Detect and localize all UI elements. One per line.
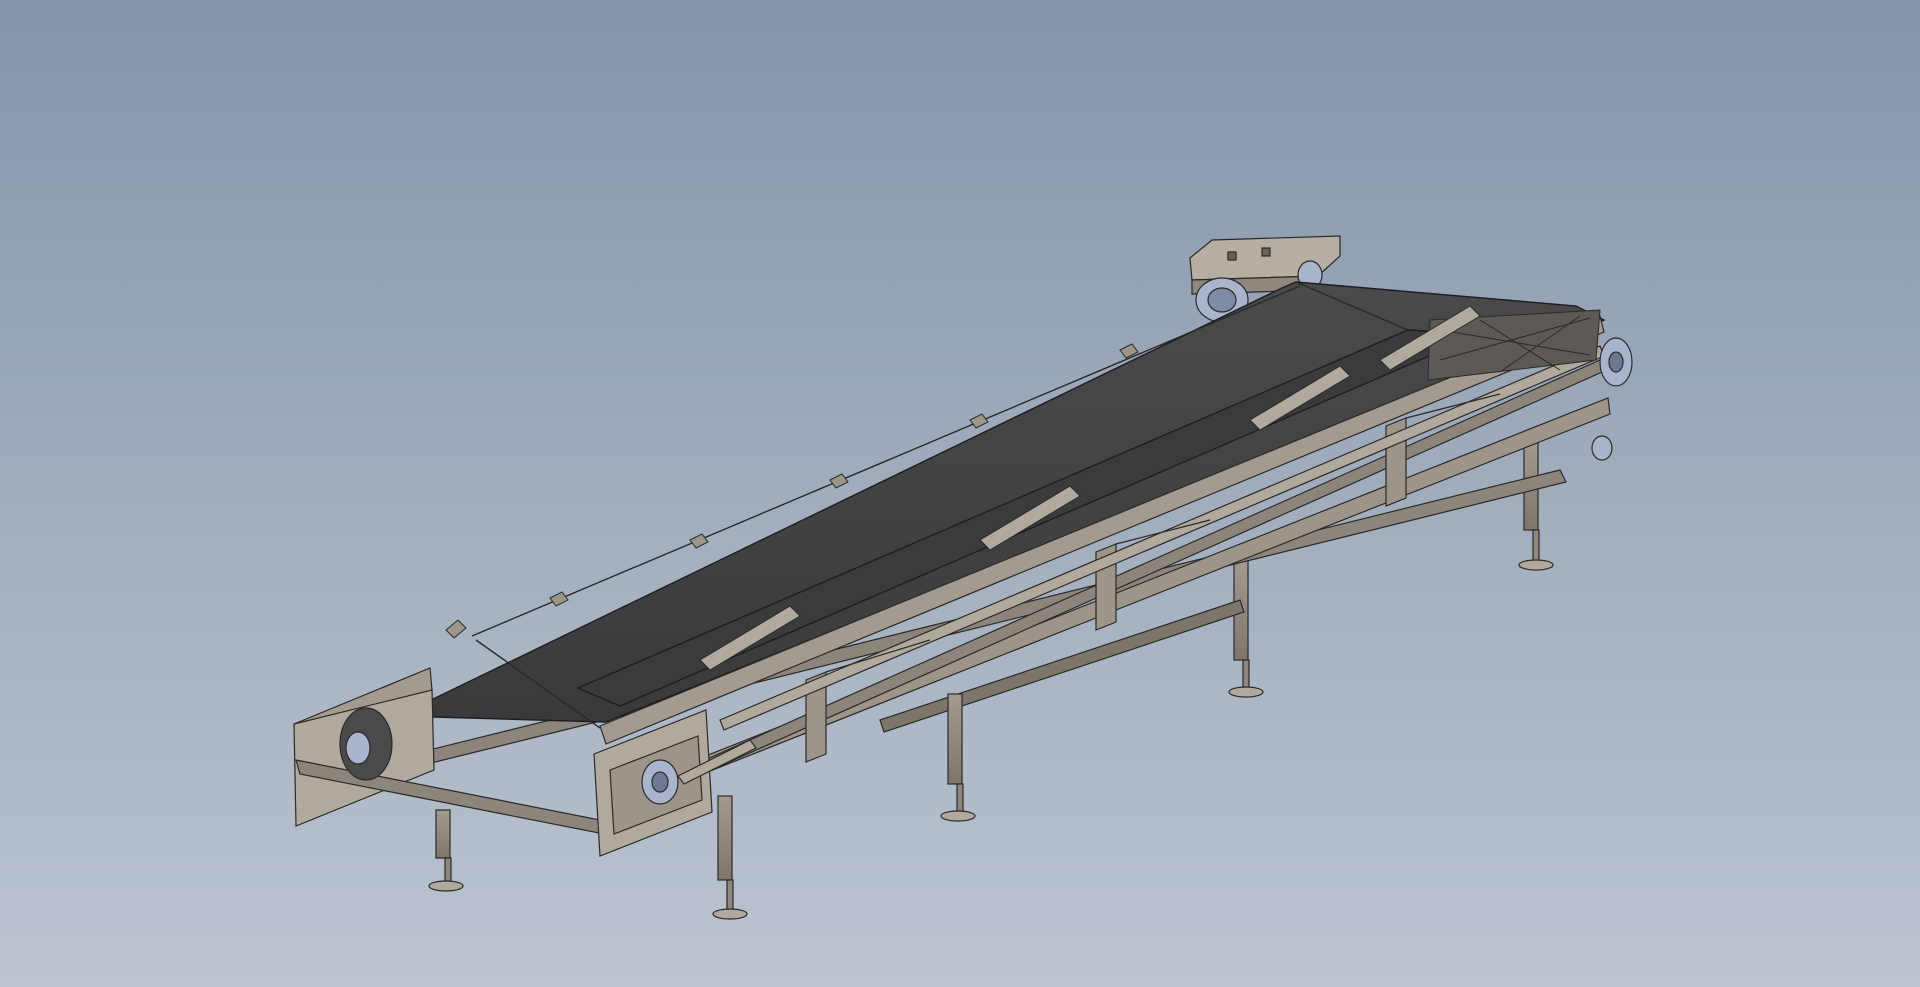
graphics-viewport[interactable] xyxy=(0,0,1920,987)
support-leg-middle-near[interactable] xyxy=(940,693,976,822)
support-leg-front-center[interactable] xyxy=(712,795,748,920)
support-leg-middle-far[interactable] xyxy=(1228,559,1264,698)
support-leg-front-left[interactable] xyxy=(428,809,464,892)
conveyor-model[interactable] xyxy=(0,0,1920,987)
support-leg-far-right[interactable] xyxy=(1518,439,1554,571)
